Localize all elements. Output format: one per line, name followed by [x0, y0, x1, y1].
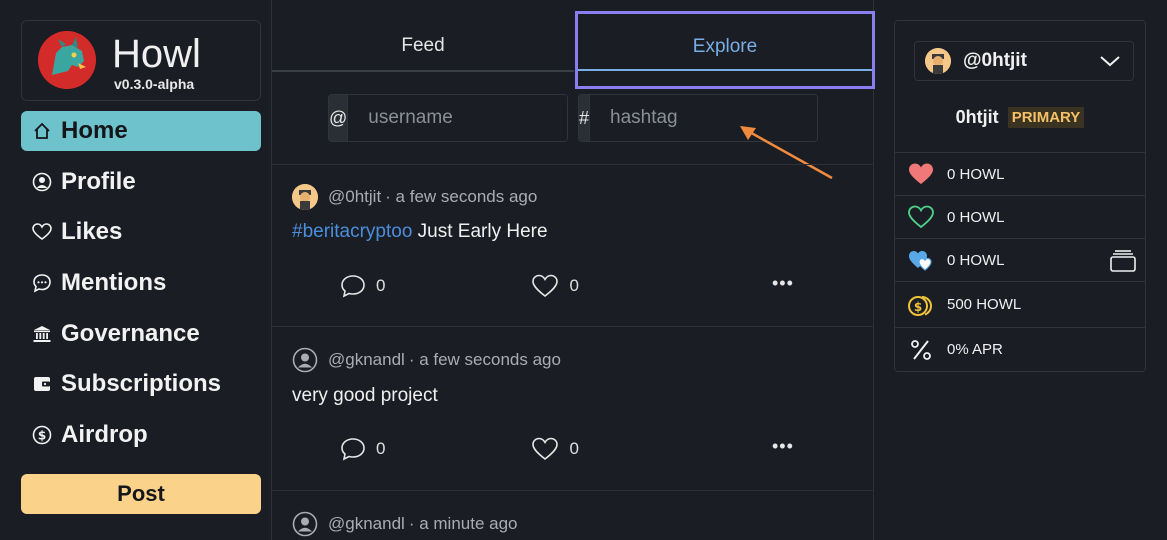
percent-icon [907, 336, 935, 364]
post-author[interactable]: @gknandl [328, 350, 405, 370]
chat-icon [31, 272, 53, 294]
balance-value: 0 HOWL [947, 165, 1005, 183]
app-version: v0.3.0-alpha [114, 76, 195, 92]
sidebar-item-mentions[interactable]: Mentions [21, 263, 261, 303]
sidebar: Howl v0.3.0-alpha Home Profile Likes Men… [0, 0, 272, 540]
post-button[interactable]: Post [21, 474, 261, 514]
sidebar-item-label: Mentions [61, 269, 167, 296]
comment-icon [341, 438, 365, 461]
account-name: 0htjit [955, 107, 999, 127]
post-actions: 0 0 [340, 274, 579, 298]
svg-text:$: $ [38, 429, 46, 443]
wolf-logo-icon [38, 31, 96, 89]
post-content: very good project [292, 385, 438, 407]
account-selector[interactable]: @0htjit [914, 41, 1134, 81]
like-heart-icon [532, 274, 559, 298]
username-input[interactable] [348, 95, 567, 141]
sidebar-item-label: Airdrop [61, 421, 148, 448]
like-heart-icon [532, 437, 559, 461]
default-avatar-icon[interactable] [292, 347, 318, 373]
balance-value: 500 HOWL [947, 296, 1022, 313]
avatar[interactable] [292, 184, 318, 210]
account-name-row: 0htjit PRIMARY [895, 107, 1145, 128]
balance-row: 0 HOWL [895, 238, 1145, 281]
account-panel: @0htjit 0htjit PRIMARY 0 HOWL 0 HOWL 0 H… [894, 20, 1146, 372]
at-prefix: @ [329, 95, 349, 141]
sidebar-item-airdrop[interactable]: $ Airdrop [21, 415, 261, 455]
balance-value: 0% APR [947, 341, 1003, 358]
app-logo-box[interactable]: Howl v0.3.0-alpha [21, 20, 261, 101]
post-actions: 0 0 [340, 437, 579, 461]
svg-text:$: $ [914, 300, 922, 314]
balance-row: 0 HOWL [895, 195, 1145, 238]
more-options-icon[interactable]: ••• [772, 273, 794, 294]
collection-icon[interactable] [1109, 249, 1137, 273]
post-author[interactable]: @gknandl [328, 514, 405, 534]
username-search: @ [328, 94, 568, 142]
like-count: 0 [569, 439, 579, 458]
sidebar-item-home[interactable]: Home [21, 111, 261, 151]
comment-count: 0 [376, 276, 386, 295]
post-time: · a few seconds ago [408, 350, 561, 369]
heart-outline-icon [907, 203, 935, 231]
post-text: very good project [292, 385, 438, 406]
feed-post[interactable]: @0htjit · a few seconds ago #beritacrypt… [272, 165, 874, 326]
active-tab-underline [578, 69, 872, 71]
tab-explore-label: Explore [692, 36, 758, 57]
comment-count: 0 [376, 439, 386, 458]
balance-value: 0 HOWL [947, 208, 1005, 226]
sidebar-item-label: Likes [61, 218, 123, 245]
sidebar-item-likes[interactable]: Likes [21, 212, 261, 252]
post-header: @gknandl · a few seconds ago [292, 347, 561, 373]
comment-icon [341, 275, 365, 298]
heart-filled-icon [907, 160, 935, 188]
sidebar-item-label: Home [61, 117, 128, 144]
sidebar-item-governance[interactable]: Governance [21, 314, 261, 354]
balance-row: $ 500 HOWL [895, 281, 1145, 327]
main-feed: Feed Explore @ # @0htjit · a few seconds… [272, 0, 875, 540]
primary-badge: PRIMARY [1007, 107, 1085, 128]
tab-explore[interactable]: Explore [575, 11, 875, 89]
bank-icon [31, 323, 53, 345]
post-header: @gknandl · a minute ago [292, 511, 518, 537]
comment-button[interactable]: 0 [340, 437, 385, 461]
home-icon [31, 120, 53, 142]
coin-icon: $ [31, 424, 53, 446]
post-text: Just Early Here [412, 221, 548, 242]
default-avatar-icon[interactable] [292, 511, 318, 537]
app-title: Howl [112, 32, 201, 76]
sidebar-item-label: Subscriptions [61, 370, 222, 397]
tab-feed[interactable]: Feed [272, 12, 574, 72]
like-button[interactable]: 0 [531, 274, 579, 298]
user-icon [31, 171, 53, 193]
post-time: · a few seconds ago [385, 187, 538, 206]
post-header: @0htjit · a few seconds ago [292, 184, 537, 210]
sidebar-item-subscriptions[interactable]: Subscriptions [21, 364, 261, 404]
post-author[interactable]: @0htjit [328, 187, 381, 207]
feed-post[interactable]: @gknandl · a minute ago [272, 491, 874, 540]
wallet-icon [31, 373, 53, 395]
post-hashtag-link[interactable]: #beritacryptoo [292, 221, 412, 242]
sidebar-item-label: Profile [61, 168, 136, 195]
account-handle: @0htjit [963, 50, 1027, 71]
avatar [925, 48, 951, 74]
balance-row: 0 HOWL [895, 152, 1145, 195]
coins-icon: $ [907, 291, 935, 319]
like-count: 0 [569, 276, 579, 295]
heart-icon [31, 221, 53, 243]
hearts-icon [907, 246, 935, 274]
chevron-down-icon [1100, 56, 1120, 67]
post-content: #beritacryptoo Just Early Here [292, 221, 548, 243]
hash-prefix: # [579, 95, 591, 141]
sidebar-item-label: Governance [61, 320, 200, 347]
comment-button[interactable]: 0 [340, 274, 385, 298]
balance-value: 0 HOWL [947, 251, 1005, 269]
more-options-icon[interactable]: ••• [772, 436, 794, 457]
sidebar-item-profile[interactable]: Profile [21, 162, 261, 202]
feed-post[interactable]: @gknandl · a few seconds ago very good p… [272, 327, 874, 490]
balance-row: 0% APR [895, 327, 1145, 371]
post-time: · a minute ago [408, 514, 518, 533]
like-button[interactable]: 0 [531, 437, 579, 461]
